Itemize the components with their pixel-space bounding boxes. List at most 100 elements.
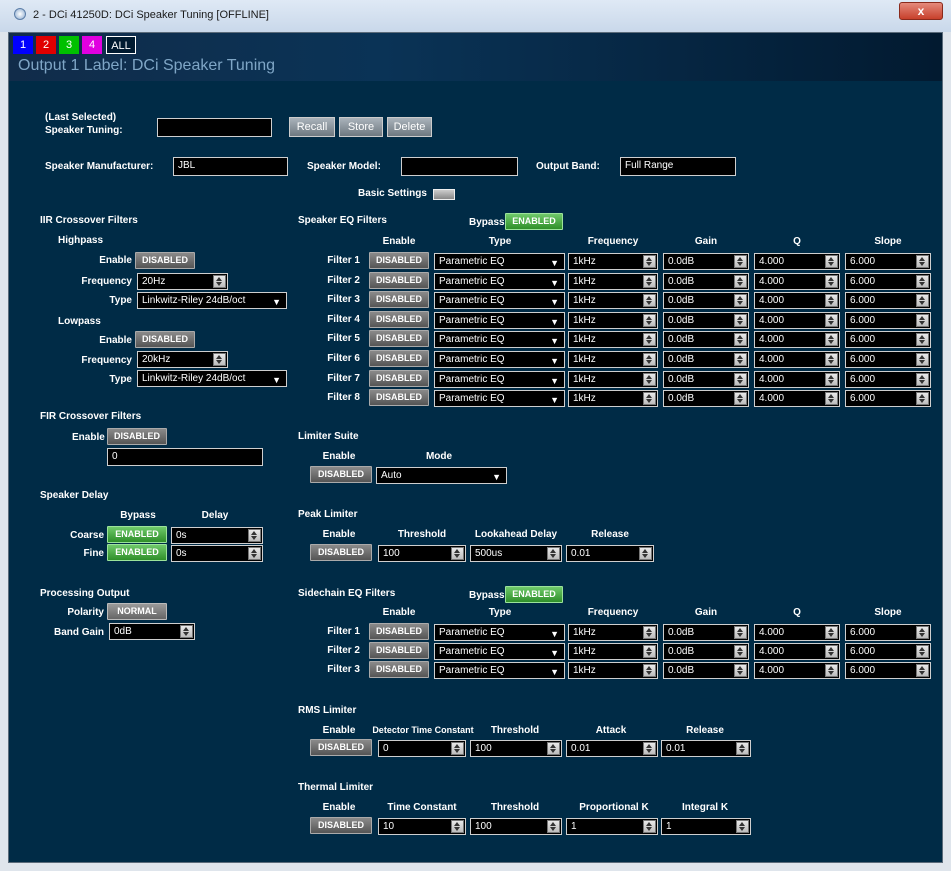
close-button[interactable]: x bbox=[899, 2, 943, 20]
eq-filter-frequency-spinner[interactable]: 1kHz bbox=[568, 311, 658, 329]
eq-filter-gain-spinner[interactable]: 0.0dB bbox=[663, 351, 749, 368]
fir-field[interactable]: 0 bbox=[107, 448, 263, 466]
eq-filter-slope-spinner[interactable]: 6.000 bbox=[845, 272, 931, 290]
spinner-arrows-icon[interactable] bbox=[734, 626, 747, 639]
spinner-arrows-icon[interactable] bbox=[643, 664, 656, 677]
model-field[interactable] bbox=[401, 157, 518, 176]
rms-detector-spinner[interactable]: 0 bbox=[378, 740, 466, 757]
spinner-arrows-icon[interactable] bbox=[734, 255, 747, 268]
basic-settings-toggle-icon[interactable] bbox=[433, 189, 455, 200]
sc-filter-enable-button[interactable]: DISABLED bbox=[369, 623, 429, 640]
spinner-arrows-icon[interactable] bbox=[643, 372, 656, 386]
sc-filter-enable-button[interactable]: DISABLED bbox=[369, 661, 429, 678]
eq-filter-slope-spinner[interactable]: 6.000 bbox=[845, 390, 931, 408]
sc-filter-type-select[interactable]: Parametric EQ ▼ bbox=[434, 662, 565, 679]
eq-filter-q-spinner[interactable]: 4.000 bbox=[754, 331, 840, 349]
spinner-arrows-icon[interactable] bbox=[916, 626, 929, 639]
polarity-button[interactable]: NORMAL bbox=[107, 603, 167, 620]
peak-lookahead-spinner[interactable]: 500us bbox=[470, 545, 562, 562]
spinner-arrows-icon[interactable] bbox=[547, 547, 560, 560]
spinner-arrows-icon[interactable] bbox=[451, 820, 464, 833]
rms-attack-spinner[interactable]: 0.01 bbox=[566, 740, 658, 757]
spinner-arrows-icon[interactable] bbox=[916, 255, 929, 268]
peak-enable-button[interactable]: DISABLED bbox=[310, 544, 372, 561]
eq-filter-type-select[interactable]: Parametric EQ ▼ bbox=[434, 331, 565, 349]
spinner-arrows-icon[interactable] bbox=[643, 333, 656, 347]
spinner-arrows-icon[interactable] bbox=[643, 313, 656, 327]
band-field[interactable]: Full Range bbox=[620, 157, 736, 176]
eq-filter-slope-spinner[interactable]: 6.000 bbox=[845, 292, 931, 310]
spinner-arrows-icon[interactable] bbox=[451, 547, 464, 560]
spinner-arrows-icon[interactable] bbox=[916, 392, 929, 406]
eq-filter-type-select[interactable]: Parametric EQ ▼ bbox=[434, 292, 565, 310]
eq-filter-frequency-spinner[interactable]: 1kHz bbox=[568, 370, 658, 388]
eq-filter-frequency-spinner[interactable]: 1kHz bbox=[568, 331, 658, 349]
thermal-integral-spinner[interactable]: 1 bbox=[661, 818, 751, 835]
hp-frequency-spinner[interactable]: 20Hz bbox=[137, 273, 228, 290]
band-gain-spinner[interactable]: 0dB bbox=[109, 623, 195, 640]
spinner-arrows-icon[interactable] bbox=[547, 742, 560, 755]
eq-filter-enable-button[interactable]: DISABLED bbox=[369, 252, 429, 269]
lp-frequency-spinner[interactable]: 20kHz bbox=[137, 351, 228, 368]
eq-filter-slope-spinner[interactable]: 6.000 bbox=[845, 351, 931, 368]
peak-threshold-spinner[interactable]: 100 bbox=[378, 545, 466, 562]
eq-filter-gain-spinner[interactable]: 0.0dB bbox=[663, 253, 749, 270]
eq-filter-type-select[interactable]: Parametric EQ ▼ bbox=[434, 253, 565, 270]
thermal-time-spinner[interactable]: 10 bbox=[378, 818, 466, 835]
sc-filter-slope-spinner[interactable]: 6.000 bbox=[845, 624, 931, 641]
ls-mode-select[interactable]: Auto ▼ bbox=[376, 467, 507, 484]
peak-release-spinner[interactable]: 0.01 bbox=[566, 545, 654, 562]
spinner-arrows-icon[interactable] bbox=[825, 626, 838, 639]
eq-filter-enable-button[interactable]: DISABLED bbox=[369, 350, 429, 367]
eq-filter-type-select[interactable]: Parametric EQ ▼ bbox=[434, 370, 565, 388]
sc-bypass-button[interactable]: ENABLED bbox=[505, 586, 563, 603]
tab-output-3[interactable]: 3 bbox=[59, 36, 79, 54]
sc-filter-q-spinner[interactable]: 4.000 bbox=[754, 662, 840, 679]
eq-filter-gain-spinner[interactable]: 0.0dB bbox=[663, 390, 749, 408]
spinner-arrows-icon[interactable] bbox=[734, 294, 747, 308]
spinner-arrows-icon[interactable] bbox=[825, 294, 838, 308]
spinner-arrows-icon[interactable] bbox=[643, 645, 656, 658]
eq-filter-enable-button[interactable]: DISABLED bbox=[369, 330, 429, 348]
spinner-arrows-icon[interactable] bbox=[734, 333, 747, 347]
spinner-arrows-icon[interactable] bbox=[825, 372, 838, 386]
spinner-arrows-icon[interactable] bbox=[734, 313, 747, 327]
eq-filter-slope-spinner[interactable]: 6.000 bbox=[845, 370, 931, 388]
hp-type-select[interactable]: Linkwitz-Riley 24dB/oct ▼ bbox=[137, 292, 287, 309]
eq-filter-frequency-spinner[interactable]: 1kHz bbox=[568, 292, 658, 310]
eq-filter-q-spinner[interactable]: 4.000 bbox=[754, 351, 840, 368]
fine-delay-spinner[interactable]: 0s bbox=[171, 545, 263, 562]
spinner-arrows-icon[interactable] bbox=[643, 294, 656, 308]
lp-type-select[interactable]: Linkwitz-Riley 24dB/oct ▼ bbox=[137, 370, 287, 387]
spinner-arrows-icon[interactable] bbox=[916, 333, 929, 347]
eq-filter-slope-spinner[interactable]: 6.000 bbox=[845, 311, 931, 329]
sc-filter-slope-spinner[interactable]: 6.000 bbox=[845, 662, 931, 679]
eq-filter-q-spinner[interactable]: 4.000 bbox=[754, 390, 840, 408]
eq-filter-slope-spinner[interactable]: 6.000 bbox=[845, 253, 931, 270]
spinner-arrows-icon[interactable] bbox=[643, 274, 656, 288]
sc-filter-type-select[interactable]: Parametric EQ ▼ bbox=[434, 643, 565, 660]
spinner-arrows-icon[interactable] bbox=[916, 294, 929, 308]
coarse-delay-spinner[interactable]: 0s bbox=[171, 527, 263, 544]
rms-release-spinner[interactable]: 0.01 bbox=[661, 740, 751, 757]
spinner-arrows-icon[interactable] bbox=[916, 274, 929, 288]
sc-filter-frequency-spinner[interactable]: 1kHz bbox=[568, 662, 658, 679]
eq-bypass-button[interactable]: ENABLED bbox=[505, 213, 563, 230]
eq-filter-gain-spinner[interactable]: 0.0dB bbox=[663, 370, 749, 388]
fine-bypass-button[interactable]: ENABLED bbox=[107, 544, 167, 561]
rms-enable-button[interactable]: DISABLED bbox=[310, 739, 372, 756]
eq-filter-q-spinner[interactable]: 4.000 bbox=[754, 272, 840, 290]
eq-filter-q-spinner[interactable]: 4.000 bbox=[754, 253, 840, 270]
manufacturer-field[interactable]: JBL bbox=[173, 157, 288, 176]
eq-filter-enable-button[interactable]: DISABLED bbox=[369, 271, 429, 289]
spinner-arrows-icon[interactable] bbox=[643, 820, 656, 833]
thermal-enable-button[interactable]: DISABLED bbox=[310, 817, 372, 834]
spinner-arrows-icon[interactable] bbox=[916, 313, 929, 327]
spinner-arrows-icon[interactable] bbox=[248, 529, 261, 542]
eq-filter-q-spinner[interactable]: 4.000 bbox=[754, 370, 840, 388]
spinner-arrows-icon[interactable] bbox=[643, 255, 656, 268]
thermal-threshold-spinner[interactable]: 100 bbox=[470, 818, 562, 835]
eq-filter-frequency-spinner[interactable]: 1kHz bbox=[568, 253, 658, 270]
eq-filter-enable-button[interactable]: DISABLED bbox=[369, 389, 429, 407]
spinner-arrows-icon[interactable] bbox=[547, 820, 560, 833]
